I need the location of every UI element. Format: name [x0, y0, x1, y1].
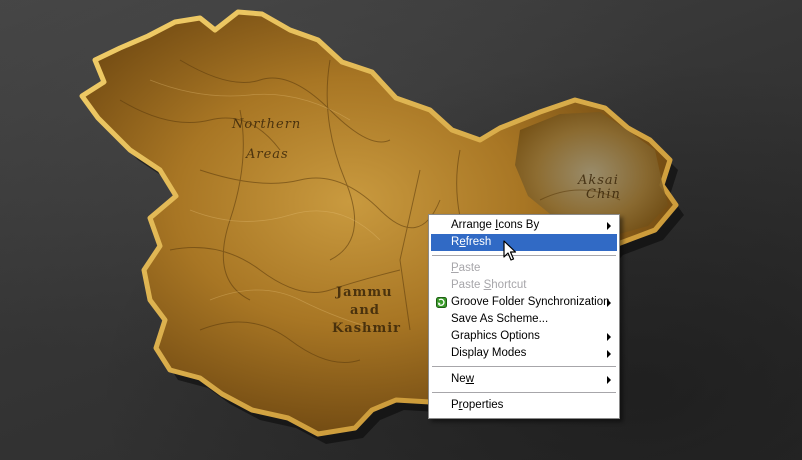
- map-label-jammu: Jammu: [335, 285, 393, 300]
- menu-item-arrange-icons-by[interactable]: Arrange Icons By: [431, 217, 617, 234]
- menu-item-label: Arrange: [451, 219, 496, 231]
- map-label-chin: Chin: [586, 187, 621, 202]
- arrow-pointer-icon: [503, 240, 517, 261]
- menu-item-graphics-options[interactable]: Graphics Options: [431, 328, 617, 345]
- submenu-arrow-icon: [607, 376, 611, 384]
- menu-item-new[interactable]: New: [431, 371, 617, 388]
- menu-item-mnemonic: P: [451, 262, 459, 274]
- menu-item-save-as-scheme[interactable]: Save As Scheme...: [431, 311, 617, 328]
- menu-item-label: Graphics Options: [451, 330, 540, 342]
- menu-separator: [432, 392, 616, 393]
- menu-item-paste-shortcut: Paste Shortcut: [431, 277, 617, 294]
- submenu-arrow-icon: [607, 350, 611, 358]
- submenu-arrow-icon: [607, 222, 611, 230]
- wallpaper-map-image: Northern Areas Jammu and Kashmir Aksai C…: [79, 9, 684, 444]
- groove-sync-icon: [436, 297, 447, 308]
- map-label-areas: Areas: [245, 147, 289, 162]
- desktop-background[interactable]: Northern Areas Jammu and Kashmir Aksai C…: [0, 0, 802, 460]
- desktop-context-menu: Arrange Icons By Refresh Paste Paste Shortc…: [428, 214, 620, 419]
- menu-item-label-rest: hortcut: [491, 279, 527, 291]
- menu-item-label: Groove Folder Synchronization: [451, 296, 610, 308]
- submenu-arrow-icon: [607, 333, 611, 341]
- menu-item-label-rest: fresh: [465, 236, 492, 248]
- menu-item-label: Display Modes: [451, 347, 527, 359]
- map-label-northern: Northern: [231, 117, 301, 132]
- menu-item-display-modes[interactable]: Display Modes: [431, 345, 617, 362]
- menu-item-properties[interactable]: Properties: [431, 397, 617, 414]
- menu-item-label: Ne: [451, 373, 466, 385]
- menu-item-mnemonic: w: [465, 373, 475, 385]
- menu-item-refresh[interactable]: Refresh: [431, 234, 617, 251]
- menu-item-label-rest: aste: [458, 262, 481, 274]
- menu-item-label-rest: cons By: [498, 219, 540, 231]
- menu-item-label-rest: operties: [462, 399, 504, 411]
- map-label-and: and: [350, 303, 380, 318]
- menu-separator: [432, 255, 616, 256]
- menu-item-label: Save As Scheme...: [451, 313, 549, 325]
- map-label-aksai: Aksai: [577, 173, 619, 188]
- menu-item-label: Paste: [451, 279, 484, 291]
- map-label-kashmir: Kashmir: [332, 321, 401, 336]
- menu-item-paste: Paste: [431, 260, 617, 277]
- submenu-arrow-icon: [607, 299, 611, 307]
- menu-item-label: P: [451, 399, 459, 411]
- menu-item-groove-folder-synchronization[interactable]: Groove Folder Synchronization: [431, 294, 617, 311]
- menu-separator: [432, 366, 616, 367]
